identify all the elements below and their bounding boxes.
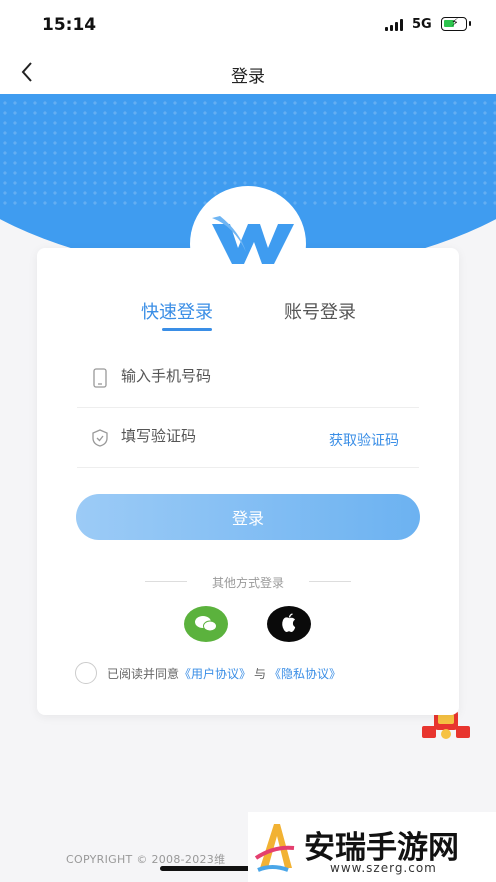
login-button[interactable]: 登录 (76, 494, 420, 540)
wechat-icon[interactable] (184, 606, 228, 642)
agreement-and: 与 (254, 666, 267, 681)
app-logo (190, 186, 306, 302)
get-code-button[interactable]: 获取验证码 (329, 430, 399, 450)
signal-icon (385, 19, 403, 31)
divider-right (309, 581, 351, 582)
login-card: 快速登录 账号登录 获取验证码 登录 其他方式登录 已阅读并同意 《用户协议》 … (37, 248, 459, 715)
agreement-row: 已阅读并同意 《用户协议》 与 《隐私协议》 (75, 662, 341, 684)
code-row: 获取验证码 (77, 410, 419, 468)
tab-account-login[interactable]: 账号登录 (284, 298, 356, 324)
apple-icon[interactable] (267, 606, 311, 642)
nav-bar: 登录 (0, 52, 496, 94)
verification-code-input[interactable] (121, 427, 321, 445)
site-watermark: 安瑞手游网 www.szerg.com (248, 812, 496, 882)
phone-icon (91, 368, 109, 388)
phone-input[interactable] (121, 367, 321, 385)
user-agreement-link[interactable]: 《用户协议》 (179, 665, 251, 682)
page-title: 登录 (231, 67, 265, 87)
tab-quick-login[interactable]: 快速登录 (141, 298, 213, 324)
status-bar: 15:14 5G ⚡ (0, 0, 496, 52)
agree-checkbox[interactable] (75, 662, 97, 684)
status-time: 15:14 (42, 15, 97, 35)
shield-icon (91, 428, 109, 448)
watermark-url: www.szerg.com (330, 861, 437, 875)
agreement-prefix: 已阅读并同意 (107, 666, 180, 681)
battery-icon: ⚡ (441, 16, 471, 31)
active-tab-indicator (162, 328, 212, 331)
watermark-logo-icon (252, 818, 298, 876)
phone-row (77, 350, 419, 408)
network-type: 5G (412, 17, 432, 32)
privacy-agreement-link[interactable]: 《隐私协议》 (269, 665, 341, 682)
copyright-text: COPYRIGHT © 2008-2023维 (66, 853, 226, 866)
other-login-label: 其他方式登录 (211, 576, 284, 590)
